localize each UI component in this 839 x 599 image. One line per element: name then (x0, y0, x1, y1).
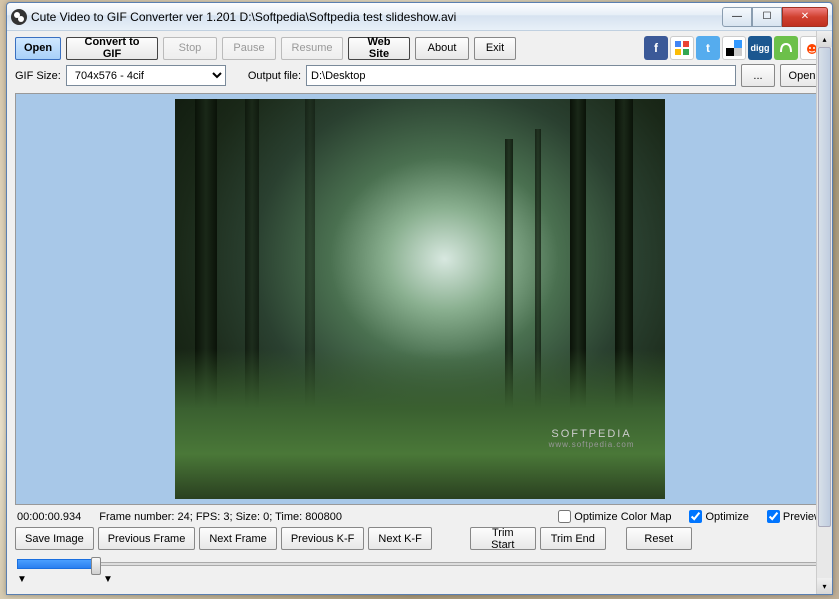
watermark-main: SOFTPEDIA (549, 428, 635, 440)
next-keyframe-button[interactable]: Next K-F (368, 527, 431, 550)
window-title: Cute Video to GIF Converter ver 1.201 D:… (31, 10, 722, 24)
timeline-slider[interactable]: ▼ ▼ (15, 556, 824, 584)
open-button[interactable]: Open (15, 37, 61, 60)
stop-button[interactable]: Stop (163, 37, 217, 60)
trim-end-button[interactable]: Trim End (540, 527, 606, 550)
trim-end-marker[interactable]: ▼ (103, 574, 113, 585)
watermark: SOFTPEDIA www.softpedia.com (549, 428, 635, 449)
preview-checkbox[interactable]: Preview (767, 510, 822, 523)
previous-keyframe-button[interactable]: Previous K-F (281, 527, 365, 550)
settings-toolbar: GIF Size: 704x576 - 4cif Output file: ..… (15, 64, 824, 87)
scroll-down-button[interactable]: ▾ (817, 578, 832, 594)
watermark-sub: www.softpedia.com (549, 440, 635, 449)
next-frame-button[interactable]: Next Frame (199, 527, 276, 550)
pause-button[interactable]: Pause (222, 37, 276, 60)
frame-info: Frame number: 24; FPS: 3; Size: 0; Time:… (99, 511, 342, 523)
status-row: 00:00:00.934 Frame number: 24; FPS: 3; S… (15, 510, 824, 523)
previous-frame-button[interactable]: Previous Frame (98, 527, 196, 550)
twitter-icon[interactable]: t (696, 36, 720, 60)
window-controls: ― ☐ ✕ (722, 7, 828, 27)
gifsize-label: GIF Size: (15, 70, 61, 82)
frame-buttons: Save Image Previous Frame Next Frame Pre… (15, 527, 824, 550)
facebook-icon[interactable]: f (644, 36, 668, 60)
trim-start-marker[interactable]: ▼ (17, 574, 27, 585)
preview-area: SOFTPEDIA www.softpedia.com (15, 93, 824, 505)
convert-button[interactable]: Convert to GIF (66, 37, 158, 60)
optimize-checkbox[interactable]: Optimize (689, 510, 748, 523)
output-field[interactable] (306, 65, 736, 86)
main-toolbar: Open Convert to GIF Stop Pause Resume We… (15, 36, 824, 60)
save-image-button[interactable]: Save Image (15, 527, 94, 550)
minimize-button[interactable]: ― (722, 7, 752, 27)
optimize-colormap-checkbox[interactable]: Optimize Color Map (558, 510, 671, 523)
maximize-button[interactable]: ☐ (752, 7, 782, 27)
scroll-up-button[interactable]: ▴ (817, 31, 832, 47)
reset-button[interactable]: Reset (626, 527, 692, 550)
close-button[interactable]: ✕ (782, 7, 828, 27)
time-display: 00:00:00.934 (17, 511, 81, 523)
google-icon[interactable] (670, 36, 694, 60)
slider-thumb[interactable] (91, 557, 101, 575)
resume-button[interactable]: Resume (281, 37, 343, 60)
app-window: Cute Video to GIF Converter ver 1.201 D:… (6, 2, 833, 595)
digg-icon[interactable]: digg (748, 36, 772, 60)
browse-button[interactable]: ... (741, 64, 775, 87)
stumbleupon-icon[interactable] (774, 36, 798, 60)
scroll-thumb[interactable] (818, 47, 831, 527)
trim-start-button[interactable]: Trim Start (470, 527, 536, 550)
delicious-icon[interactable] (722, 36, 746, 60)
social-bar: f t digg (644, 36, 824, 60)
about-button[interactable]: About (415, 37, 469, 60)
video-frame: SOFTPEDIA www.softpedia.com (175, 99, 665, 499)
titlebar[interactable]: Cute Video to GIF Converter ver 1.201 D:… (7, 3, 832, 31)
slider-track (17, 562, 822, 566)
content-area: Open Convert to GIF Stop Pause Resume We… (7, 31, 832, 594)
vertical-scrollbar[interactable]: ▴ ▾ (816, 31, 832, 594)
slider-fill (17, 559, 95, 569)
app-icon (11, 9, 27, 25)
website-button[interactable]: Web Site (348, 37, 410, 60)
gifsize-select[interactable]: 704x576 - 4cif (66, 65, 226, 86)
exit-button[interactable]: Exit (474, 37, 516, 60)
output-label: Output file: (248, 70, 301, 82)
